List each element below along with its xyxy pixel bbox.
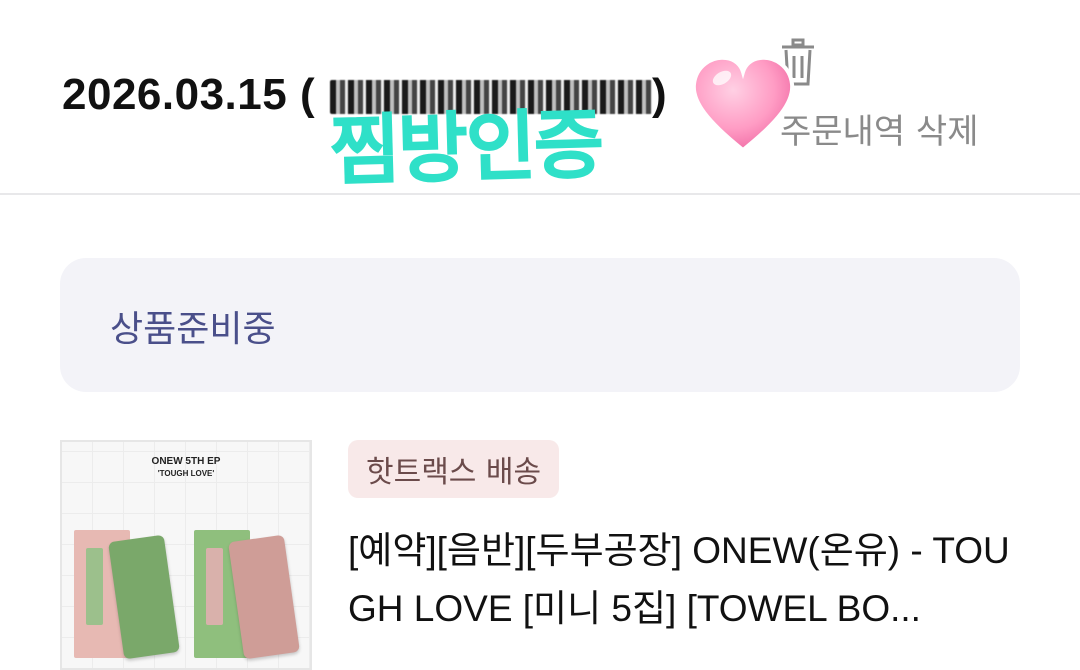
thumbnail-title: ONEW 5TH EP bbox=[151, 456, 221, 467]
product-title[interactable]: [예약][음반][두부공장] ONEW(온유) - TOUGH LOVE [미니… bbox=[348, 522, 1020, 638]
order-date: 2026.03.15 ( bbox=[62, 70, 316, 119]
order-status-label: 상품준비중 bbox=[110, 309, 276, 350]
heart-sticker-icon bbox=[691, 55, 795, 153]
product-item[interactable]: ONEW 5TH EP 'TOUGH LOVE' 핫트랙스 배송 [예약][음반… bbox=[60, 440, 1020, 670]
sticker-text: 찜방인증 bbox=[329, 99, 604, 196]
delete-order-button[interactable]: 주문내역 삭제 bbox=[770, 38, 1010, 152]
delete-order-label: 주문내역 삭제 bbox=[780, 112, 979, 152]
delivery-badge: 핫트랙스 배송 bbox=[348, 440, 560, 498]
order-status-card: 상품준비중 bbox=[60, 258, 1020, 392]
order-date-close-paren: ) bbox=[652, 70, 667, 119]
product-thumbnail[interactable]: ONEW 5TH EP 'TOUGH LOVE' bbox=[60, 440, 312, 670]
thumbnail-subtitle: 'TOUGH LOVE' bbox=[157, 469, 215, 478]
order-header: 2026.03.15 ( ) 주문내역 삭제 찜방인증 bbox=[0, 0, 1080, 196]
